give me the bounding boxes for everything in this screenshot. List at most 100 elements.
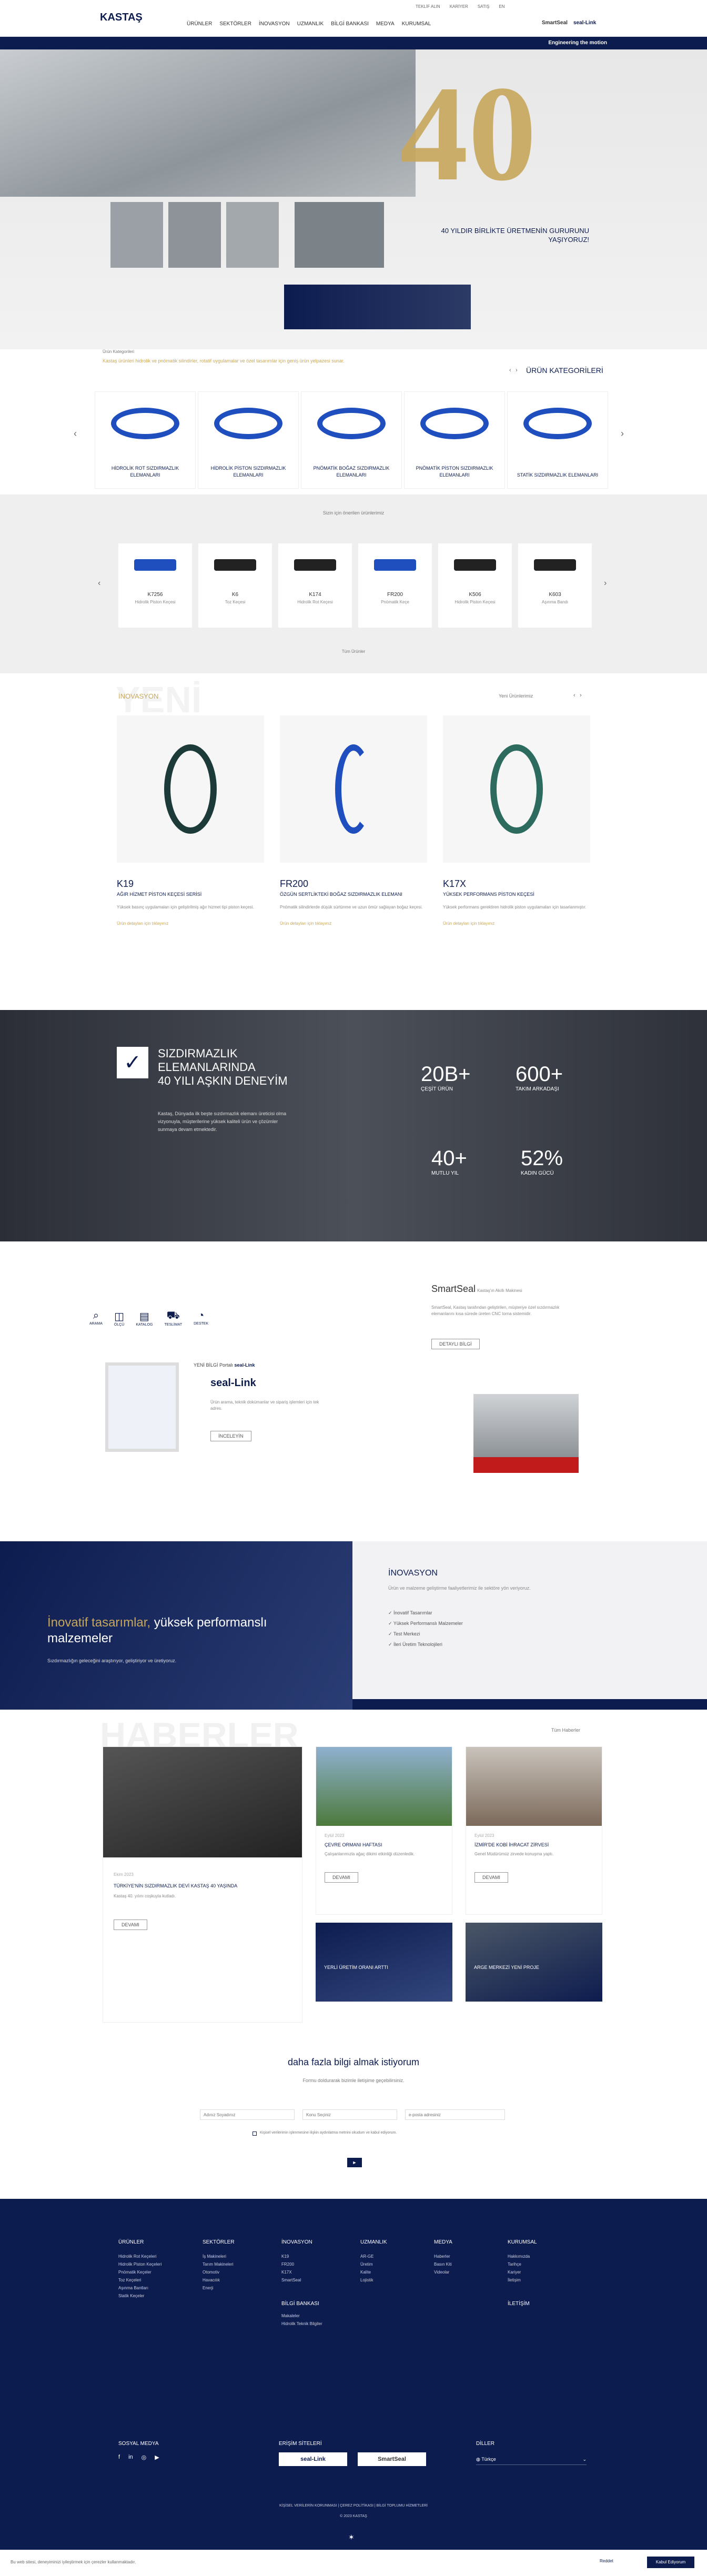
top-link-satis[interactable]: SATIŞ — [478, 4, 490, 9]
product-card[interactable]: K6 Toz Keçesi — [198, 543, 272, 628]
innovation-detail-link[interactable]: Ürün detayları için tıklayınız — [280, 921, 427, 926]
footer-link[interactable]: İş Makineleri — [203, 2252, 255, 2260]
measure-tool-icon[interactable]: ◫ ÖLÇÜ — [114, 1310, 124, 1327]
product-card[interactable]: K7256 Hidrolik Piston Keçesi — [118, 543, 192, 628]
seal-link-logo[interactable]: seal-Link — [573, 20, 596, 26]
top-link-kariyer[interactable]: KARİYER — [450, 4, 468, 9]
footer-link[interactable]: K19 — [281, 2252, 334, 2260]
name-input[interactable] — [200, 2109, 295, 2120]
all-products-link[interactable]: Tüm Ürünler — [0, 649, 707, 654]
innovation-prev-arrow[interactable]: ‹ — [573, 692, 575, 699]
innovation-next-arrow[interactable]: › — [580, 692, 582, 699]
all-news-link[interactable]: Tüm Haberler — [551, 1728, 580, 1733]
footer-link[interactable]: Statik Keçeler — [118, 2292, 176, 2300]
footer-link[interactable]: Otomotiv — [203, 2268, 255, 2276]
footer-link[interactable]: Lojistik — [360, 2276, 408, 2284]
linkedin-icon[interactable]: in — [128, 2454, 133, 2461]
footer-link[interactable]: Hidrolik Teknik Bilgiler — [281, 2320, 334, 2328]
logo[interactable]: KASTAŞ — [100, 12, 143, 24]
category-card[interactable]: HİDROLİK PİSTON SIZDIRMAZLIK ELEMANLARI — [198, 391, 299, 489]
innovation-card[interactable]: K17X YÜKSEK PERFORMANS PİSTON KEÇESİ Yük… — [443, 715, 590, 926]
footer-link[interactable]: Videolar — [434, 2268, 481, 2276]
news-card[interactable]: YERLİ ÜRETİM ORANI ARTTI — [316, 1923, 452, 2002]
delivery-tool-icon[interactable]: ⛟ TESLİMAT — [164, 1310, 182, 1327]
news-more-button[interactable]: DEVAMI — [474, 1872, 508, 1883]
innovation-card[interactable]: K19 AĞIR HİZMET PİSTON KEÇESİ SERİSİ Yük… — [117, 715, 264, 926]
instagram-icon[interactable]: ◎ — [142, 2454, 147, 2461]
carousel-right-arrow[interactable]: › — [621, 428, 624, 439]
footer-link[interactable]: FR200 — [281, 2260, 334, 2268]
nav-uzmanlik[interactable]: UZMANLIK — [297, 21, 324, 27]
product-card[interactable]: K174 Hidrolik Rot Keçesi — [278, 543, 352, 628]
category-card[interactable]: PNÖMATİK PİSTON SIZDIRMAZLIK ELEMANLARI — [404, 391, 505, 489]
footer-smartseal[interactable]: SmartSeal — [358, 2452, 426, 2466]
news-card[interactable]: Eylül 2023 İZMİR'DE KOBİ İHRACAT ZİRVESİ… — [466, 1746, 602, 1915]
products-prev-arrow[interactable]: ‹ — [98, 579, 100, 588]
product-card[interactable]: K506 Hidrolik Piston Keçesi — [438, 543, 512, 628]
footer-link[interactable]: Üretim — [360, 2260, 408, 2268]
footer-link[interactable]: Toz Keçeleri — [118, 2276, 176, 2284]
categories-prev-arrow[interactable]: ‹ — [509, 367, 511, 373]
product-card[interactable]: FR200 Pnömatik Keçe — [358, 543, 432, 628]
footer-link[interactable]: Tarım Makineleri — [203, 2260, 255, 2268]
category-card[interactable]: PNÖMATİK BOĞAZ SIZDIRMAZLIK ELEMANLARI — [301, 391, 402, 489]
nav-kurumsal[interactable]: KURUMSAL — [402, 21, 431, 27]
innovation-detail-link[interactable]: Ürün detayları için tıklayınız — [117, 921, 264, 926]
news-card-main[interactable]: Ekim 2023 TÜRKİYE'NİN SIZDIRMAZLIK DEVİ … — [103, 1746, 302, 2023]
footer-seal-link[interactable]: seal-Link — [279, 2452, 347, 2466]
nav-bilgi-bankasi[interactable]: BİLGİ BANKASI — [331, 21, 369, 27]
new-products-link[interactable]: Yeni Ürünlerimiz — [499, 693, 533, 699]
nav-sektorler[interactable]: SEKTÖRLER — [219, 21, 251, 27]
news-card[interactable]: Eylül 2023 ÇEVRE ORMANI HAFTASI Çalışanl… — [316, 1746, 452, 1915]
cookie-reject-button[interactable]: Reddet — [600, 2559, 613, 2563]
cookie-accept-button[interactable]: Kabul Ediyorum — [647, 2557, 694, 2568]
topic-select[interactable] — [302, 2109, 397, 2120]
footer-link[interactable]: Haberler — [434, 2252, 481, 2260]
catalog-tool-icon[interactable]: ▤ KATALOG — [136, 1310, 153, 1327]
smartseal-logo[interactable]: SmartSeal — [542, 20, 568, 26]
legal-links[interactable]: KİŞİSEL VERİLERİN KORUNMASI | ÇEREZ POLİ… — [0, 2504, 707, 2508]
footer-link[interactable]: AR-GE — [360, 2252, 408, 2260]
innovation-card[interactable]: FR200 ÖZGÜN SERTLİKTEKİ BOĞAZ SIZDIRMAZL… — [280, 715, 427, 926]
footer-link[interactable]: Enerji — [203, 2284, 255, 2292]
youtube-icon[interactable]: ▶ — [155, 2454, 159, 2461]
facebook-icon[interactable]: f — [118, 2454, 120, 2461]
language-switch[interactable]: EN — [499, 4, 504, 9]
footer-link[interactable]: Havacılık — [203, 2276, 255, 2284]
footer-link[interactable]: Basın Kiti — [434, 2260, 481, 2268]
footer-link[interactable]: Aşınma Bantları — [118, 2284, 176, 2292]
smartseal-button[interactable]: DETAYLI BİLGİ — [431, 1339, 480, 1349]
innovation-detail-link[interactable]: Ürün detayları için tıklayınız — [443, 921, 590, 926]
footer-link[interactable]: SmartSeal — [281, 2276, 334, 2284]
products-next-arrow[interactable]: › — [604, 579, 607, 588]
news-card[interactable]: ARGE MERKEZİ YENİ PROJE — [466, 1923, 602, 2002]
news-more-button[interactable]: DEVAMI — [325, 1872, 358, 1883]
footer-link[interactable]: Hidrolik Rot Keçeleri — [118, 2252, 176, 2260]
footer-link[interactable]: K17X — [281, 2268, 334, 2276]
submit-button[interactable]: ► — [347, 2158, 362, 2167]
footer-link[interactable]: Tarihçe — [508, 2260, 560, 2268]
news-more-button[interactable]: DEVAMI — [114, 1920, 147, 1930]
footer-link[interactable]: Kalite — [360, 2268, 408, 2276]
footer-link[interactable]: İletişim — [508, 2276, 560, 2284]
consent-checkbox[interactable] — [252, 2131, 257, 2136]
footer-link[interactable]: Makaleler — [281, 2312, 334, 2320]
nav-urunler[interactable]: ÜRÜNLER — [187, 21, 212, 27]
footer-link[interactable]: Hidrolik Piston Keçeleri — [118, 2260, 176, 2268]
seal-link-button[interactable]: İNCELEYİN — [210, 1431, 251, 1441]
carousel-left-arrow[interactable]: ‹ — [74, 428, 77, 439]
language-select[interactable]: ◍ Türkçe ⌄ — [476, 2453, 587, 2465]
email-input[interactable] — [405, 2109, 505, 2120]
footer-link[interactable]: Pnömatik Keçeler — [118, 2268, 176, 2276]
category-card[interactable]: HİDROLİK ROT SIZDIRMAZLIK ELEMANLARI — [95, 391, 196, 489]
search-tool-icon[interactable]: ⌕ ARAMA — [89, 1310, 103, 1327]
footer-link[interactable]: Kariyer — [508, 2268, 560, 2276]
top-link-teklif[interactable]: TEKLİF ALIN — [416, 4, 440, 9]
support-tool-icon[interactable]: ◔ DESTEK — [194, 1310, 208, 1327]
nav-inovasyon[interactable]: İNOVASYON — [259, 21, 290, 27]
nav-medya[interactable]: MEDYA — [376, 21, 395, 27]
categories-next-arrow[interactable]: › — [516, 367, 518, 373]
category-card[interactable]: STATİK SIZDIRMAZLIK ELEMANLARI — [507, 391, 608, 489]
product-card[interactable]: K603 Aşınma Bandı — [518, 543, 592, 628]
footer-link[interactable]: Hakkımızda — [508, 2252, 560, 2260]
